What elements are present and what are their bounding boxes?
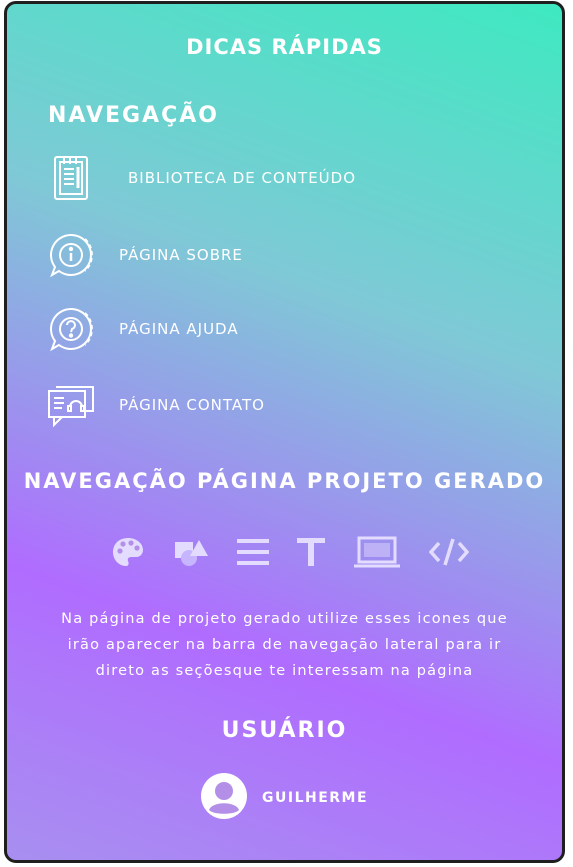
document-icon [45,153,97,203]
project-nav-description: Na página de projeto gerado utilize esse… [61,611,508,679]
nav-item-library[interactable]: BIBLIOTECA DE CONTEÚDO [45,153,525,203]
info-chat-icon [45,230,97,280]
laptop-icon[interactable] [353,532,401,572]
help-chat-icon [45,304,97,354]
contact-chat-icon [45,380,97,430]
panel-title: DICAS RÁPIDAS [186,35,383,59]
shapes-icon[interactable] [173,532,209,572]
user-section-title: USUÁRIO [221,718,348,743]
nav-item-label: PÁGINA SOBRE [119,246,243,264]
user-profile[interactable]: GUILHERME [200,772,368,824]
nav-item-label: PÁGINA AJUDA [119,320,239,338]
project-icon-bar [111,532,469,572]
palette-icon[interactable] [111,532,145,572]
quick-tips-panel: DICAS RÁPIDAS NAVEGAÇÃO BIBLIOTECA DE CO… [4,1,565,863]
lines-icon[interactable] [237,532,269,572]
text-icon[interactable] [297,532,325,572]
nav-item-label: BIBLIOTECA DE CONTEÚDO [128,169,357,187]
avatar-icon [200,772,248,824]
user-name: GUILHERME [262,790,369,806]
code-icon[interactable] [429,532,469,572]
nav-item-help[interactable]: PÁGINA AJUDA [45,304,525,354]
nav-item-contact[interactable]: PÁGINA CONTATO [45,380,525,430]
project-nav-title: NAVEGAÇÃO PÁGINA PROJETO GERADO [23,469,546,493]
nav-item-about[interactable]: PÁGINA SOBRE [45,230,525,280]
navigation-section-title: NAVEGAÇÃO [48,103,219,128]
nav-item-label: PÁGINA CONTATO [119,396,265,414]
